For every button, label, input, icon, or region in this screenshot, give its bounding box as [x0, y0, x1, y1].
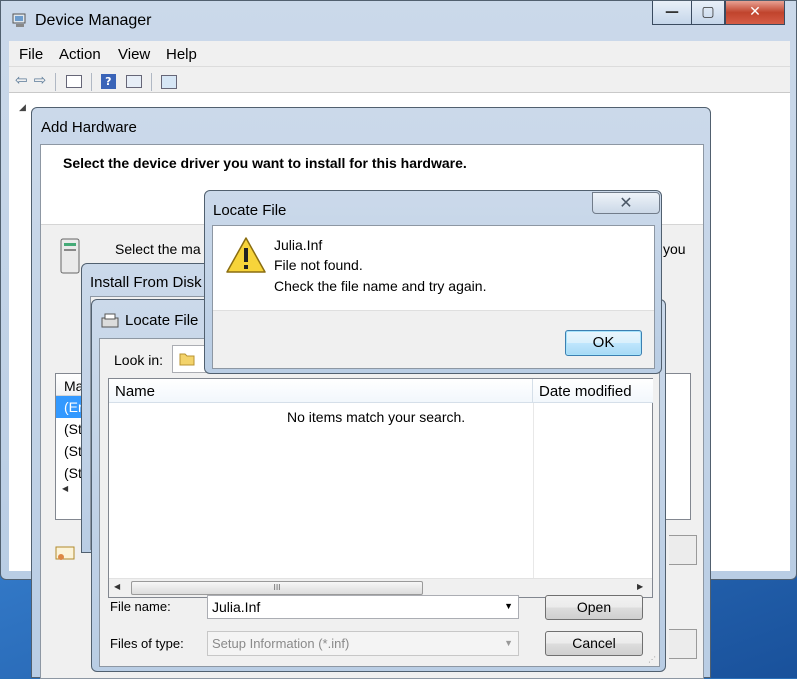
- certificate-icon: [55, 545, 75, 563]
- warning-icon: [225, 236, 267, 274]
- files-of-type-label: Files of type:: [110, 636, 184, 651]
- error-popup-title: Locate File: [213, 202, 287, 219]
- menu-view[interactable]: View: [118, 46, 150, 63]
- scroll-right-icon[interactable]: ▶: [637, 582, 643, 591]
- back-icon[interactable]: ⇦: [15, 71, 28, 89]
- file-name-label: File name:: [110, 599, 171, 614]
- menu-file[interactable]: File: [19, 46, 43, 63]
- wizard-instruction-right: you: [663, 241, 686, 257]
- files-of-type-select[interactable]: Setup Information (*.inf) ▼: [207, 631, 519, 656]
- show-hidden-icon[interactable]: [126, 75, 142, 88]
- look-in-label: Look in:: [114, 352, 164, 368]
- menu-bar: File Action View Help: [9, 41, 790, 67]
- cancel-button[interactable]: Cancel: [545, 631, 643, 656]
- device-manager-icon: [11, 11, 29, 29]
- files-of-type-value: Setup Information (*.inf): [212, 636, 350, 651]
- scroll-thumb[interactable]: III: [131, 581, 423, 595]
- install-from-disk-title: Install From Disk: [90, 274, 202, 291]
- ok-button[interactable]: OK: [565, 330, 642, 356]
- error-popup-body: Julia.Inf File not found. Check the file…: [212, 225, 655, 369]
- menu-help[interactable]: Help: [166, 46, 197, 63]
- error-close-button[interactable]: ✕: [592, 192, 660, 214]
- close-button[interactable]: ✕: [725, 1, 785, 25]
- next-button-stub[interactable]: [669, 629, 697, 659]
- toolbar: ⇦ ⇨ ?: [9, 67, 790, 93]
- locate-file-icon: [100, 312, 120, 330]
- tree-expander[interactable]: ◢: [19, 103, 26, 113]
- error-line-message: File not found.: [274, 257, 363, 273]
- error-popup-window: Locate File ✕ Julia.Inf File not found. …: [204, 190, 662, 374]
- scroll-left-icon[interactable]: ◀: [114, 582, 120, 591]
- column-divider: [533, 403, 534, 578]
- column-header-name[interactable]: Name: [109, 379, 533, 403]
- toolbar-separator: [55, 72, 57, 91]
- add-hardware-title: Add Hardware: [41, 119, 137, 136]
- error-line-filename: Julia.Inf: [274, 237, 323, 253]
- locate-file-body: Look in: ▲ Name Date modified No items m…: [99, 338, 660, 667]
- resize-grip[interactable]: ⋰: [648, 655, 656, 664]
- file-name-value: Julia.Inf: [212, 599, 261, 615]
- toolbar-separator: [151, 72, 153, 91]
- device-manager-title: Device Manager: [35, 12, 152, 29]
- forward-icon[interactable]: ⇨: [34, 71, 47, 89]
- folder-icon: [179, 351, 195, 367]
- wizard-heading: Select the device driver you want to ins…: [63, 155, 467, 171]
- column-header-date[interactable]: Date modified: [533, 379, 653, 403]
- chevron-down-icon[interactable]: ▼: [504, 601, 513, 611]
- close-icon: ✕: [619, 193, 633, 212]
- locate-file-title: Locate File: [125, 312, 199, 329]
- file-name-input[interactable]: Julia.Inf ▼: [207, 595, 519, 619]
- scan-icon[interactable]: [161, 74, 178, 89]
- have-disk-button-stub[interactable]: [669, 535, 697, 565]
- scroll-grip: III: [273, 583, 281, 592]
- properties-icon[interactable]: [65, 75, 82, 88]
- help-icon[interactable]: ?: [100, 74, 116, 89]
- maximize-button[interactable]: ▢: [691, 1, 725, 25]
- menu-action[interactable]: Action: [59, 46, 101, 63]
- open-button[interactable]: Open: [545, 595, 643, 620]
- wizard-instruction-left: Select the ma: [115, 241, 201, 257]
- toolbar-separator: [90, 72, 92, 91]
- empty-message: No items match your search.: [287, 409, 466, 425]
- chevron-down-icon[interactable]: ▼: [504, 638, 513, 648]
- error-line-hint: Check the file name and try again.: [274, 278, 487, 294]
- file-list: ▲ Name Date modified No items match your…: [108, 377, 653, 598]
- minimize-button[interactable]: —: [652, 1, 692, 25]
